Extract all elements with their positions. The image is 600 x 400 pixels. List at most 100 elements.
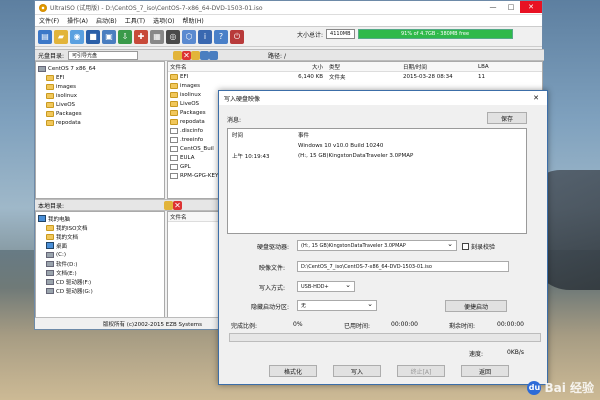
local-up-icon[interactable]: [164, 200, 174, 210]
desktop-icon: [46, 242, 54, 249]
burn-icon[interactable]: ◎: [166, 29, 180, 44]
capacity-bar: 91% of 4.7GB - 380MB free: [357, 29, 513, 39]
info-icon[interactable]: i: [198, 29, 212, 44]
write-progress-bar: [229, 333, 541, 342]
col-size[interactable]: 大小: [278, 63, 323, 71]
view2-icon[interactable]: [209, 50, 219, 60]
menu-options[interactable]: 选项(O): [153, 16, 174, 25]
folder-icon: [46, 74, 54, 81]
save-log-button[interactable]: 保存: [487, 112, 527, 124]
watermark-text: Bai 经验: [544, 381, 594, 395]
local-tree-d[interactable]: 软件(D:): [38, 259, 162, 268]
local-tree-iso[interactable]: 我的ISO文档: [38, 223, 162, 232]
dialog-close-button[interactable]: ✕: [525, 91, 547, 104]
minimize-button[interactable]: —: [484, 1, 502, 13]
folder-icon: [46, 101, 54, 108]
folder-icon: [46, 92, 54, 99]
local-tree-f[interactable]: CD 驱动器(F:): [38, 277, 162, 286]
menu-tools[interactable]: 工具(T): [125, 16, 145, 25]
easy-boot-button[interactable]: 便捷启动: [445, 300, 507, 312]
disc-icon[interactable]: ◉: [70, 29, 84, 44]
write-button[interactable]: 写入: [333, 365, 381, 377]
exit-icon[interactable]: ⏻: [230, 29, 244, 44]
folder-icon: [170, 109, 178, 116]
save-icon[interactable]: ■: [86, 29, 100, 44]
maximize-button[interactable]: □: [502, 1, 520, 13]
file-size: 6,140 KB: [298, 73, 323, 80]
open-icon[interactable]: ▰: [54, 29, 68, 44]
file-name: EFI: [180, 73, 189, 80]
disc-icon: [38, 65, 46, 72]
col-lba[interactable]: LBA: [478, 64, 508, 70]
message-log: 时间 事件 Windows 10 v10.0 Build 10240 上午 10…: [227, 128, 527, 234]
file-name: .treeinfo: [180, 136, 204, 143]
verify-checkbox[interactable]: 刻录校验: [462, 242, 495, 251]
file-name: EULA: [180, 154, 195, 161]
image-combo[interactable]: 可引导光盘: [68, 50, 139, 60]
computer-icon: [38, 215, 46, 222]
window-title: UltraISO (试用版) - D:\CentOS_7_iso\CentOS-…: [50, 5, 263, 12]
local-col-name[interactable]: 文件名: [168, 213, 187, 221]
menu-help[interactable]: 帮助(H): [183, 16, 204, 25]
elapsed-value: 00:00:00: [391, 321, 418, 328]
file-icon: [170, 127, 178, 134]
tree-root[interactable]: CentOS 7 x86_64: [38, 64, 162, 73]
app-icon: [39, 3, 47, 12]
cd-drive-icon: [46, 287, 54, 294]
help-icon[interactable]: ?: [214, 29, 228, 44]
menu-file[interactable]: 文件(F): [39, 16, 59, 25]
delete-icon[interactable]: ✕: [182, 50, 192, 60]
properties-icon[interactable]: ▦: [150, 29, 164, 44]
local-tree-computer[interactable]: 我的电脑: [38, 214, 162, 223]
new-icon[interactable]: ▤: [38, 29, 52, 44]
table-row[interactable]: images: [168, 81, 542, 90]
save-as-icon[interactable]: ▣: [102, 29, 116, 44]
menu-boot[interactable]: 启动(B): [96, 16, 117, 25]
dialog-title-bar: 写入硬盘映像 ✕: [219, 91, 547, 105]
menu-action[interactable]: 操作(A): [67, 16, 88, 25]
local-tree-docs[interactable]: 我的文档: [38, 232, 162, 241]
new-folder-icon[interactable]: [191, 50, 201, 60]
drive-select[interactable]: (H:, 15 GB)KingstonDataTraveler 3.0PMAP: [297, 240, 457, 251]
format-button[interactable]: 格式化: [269, 365, 317, 377]
done-label: 完成比例:: [231, 323, 258, 330]
drive-icon: [46, 260, 54, 267]
hidden-boot-select[interactable]: 无: [297, 300, 377, 311]
log-row: 上午 10:19:43 (H:, 15 GB)KingstonDataTravel…: [232, 153, 414, 160]
tree-item-images[interactable]: images: [38, 82, 162, 91]
local-delete-icon[interactable]: ✕: [173, 200, 183, 210]
file-name: repodata: [180, 118, 205, 125]
image-file-input[interactable]: D:\CentOS_7_iso\CentOS-7-x86_64-DVD-1503…: [297, 261, 509, 272]
add-icon[interactable]: ✚: [134, 29, 148, 44]
back-button[interactable]: 返回: [461, 365, 509, 377]
drive-icon: [46, 269, 54, 276]
table-row[interactable]: EFI 6,140 KB 文件夹 2015-03-28 08:34 11: [168, 72, 542, 81]
local-tree-e[interactable]: 文档(E:): [38, 268, 162, 277]
tree-item-isolinux[interactable]: isolinux: [38, 91, 162, 100]
stop-button[interactable]: 终止[A]: [397, 365, 445, 377]
tree-item-efi[interactable]: EFI: [38, 73, 162, 82]
tree-item-liveos[interactable]: LiveOS: [38, 100, 162, 109]
size-total: 大小总计: 4110MB 91% of 4.7GB - 380MB free: [297, 29, 513, 39]
col-name[interactable]: 文件名: [168, 63, 278, 71]
view-icon[interactable]: [200, 50, 210, 60]
file-icon: [170, 154, 178, 161]
local-tree-desktop[interactable]: 桌面: [38, 241, 162, 250]
col-date[interactable]: 日期/时间: [403, 63, 478, 71]
mount-icon[interactable]: ⬡: [182, 29, 196, 44]
extract-icon[interactable]: ⇩: [118, 29, 132, 44]
up-folder-icon[interactable]: [173, 50, 183, 60]
file-icon: [170, 172, 178, 179]
folder-icon: [170, 118, 178, 125]
copyright-text: 版权所有 (c)2002-2015 EZB Systems: [103, 321, 202, 328]
local-tree-c[interactable]: (C:): [38, 250, 162, 259]
close-button[interactable]: ✕: [520, 1, 542, 13]
col-type[interactable]: 类型: [323, 63, 403, 71]
tree-item-packages[interactable]: Packages: [38, 109, 162, 118]
local-tree-g[interactable]: CD 驱动器(G:): [38, 286, 162, 295]
write-method-select[interactable]: USB-HDD+: [297, 281, 355, 292]
file-name: Packages: [180, 109, 206, 116]
file-type: 文件夹: [329, 74, 346, 81]
tree-item-repodata[interactable]: repodata: [38, 118, 162, 127]
write-method-label: 写入方式:: [259, 285, 286, 292]
